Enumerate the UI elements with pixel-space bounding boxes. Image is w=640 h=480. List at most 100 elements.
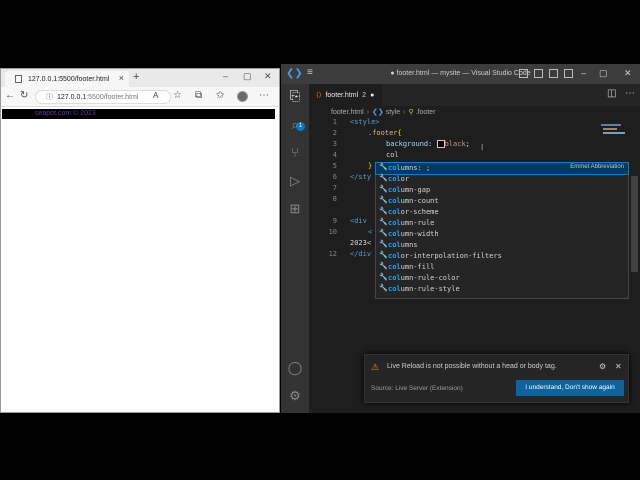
suggestion-item[interactable]: 🔧 column-rule (376, 218, 628, 229)
notification-toast: ⚠ Live Reload is not possible without a … (364, 354, 629, 403)
account-icon[interactable]: ◯ (281, 360, 309, 376)
suggestion-item[interactable]: 🔧 column-gap (376, 185, 628, 196)
maximize-icon[interactable]: ▢ (243, 71, 252, 82)
problems-count: 2 (362, 91, 367, 99)
suggestion-item[interactable]: 🔧 color-scheme (376, 207, 628, 218)
style-icon: ❮❯ (372, 109, 384, 116)
css-property: background (386, 140, 429, 148)
avatar[interactable] (237, 91, 248, 102)
refresh-icon[interactable]: ↻ (20, 90, 28, 101)
read-aloud-icon[interactable]: A (153, 91, 158, 100)
more-icon[interactable]: ⋯ (259, 90, 269, 101)
css-selector: .footer (368, 129, 398, 137)
vscode-window: ❮❯ ≡ ● footer.html — mysite — Visual Stu… (281, 64, 640, 413)
line-number: 8 (332, 195, 337, 203)
code-line-1[interactable]: <style> (350, 118, 380, 126)
dont-show-again-button[interactable]: I understand, Don't show again (516, 380, 624, 396)
customize-layout-icon[interactable] (564, 69, 573, 78)
breadcrumb-style[interactable]: style (386, 109, 400, 116)
split-editor-icon[interactable]: ◫ (607, 88, 616, 99)
close-notification-icon[interactable]: ✕ (615, 362, 622, 371)
line-number: 9 (332, 217, 337, 225)
tab-footer-html[interactable]: ⟨⟩ footer.html 2 ● (309, 84, 382, 106)
maximize-icon[interactable]: ▢ (599, 68, 608, 79)
notification-source: Source: Live Server (Extension) (371, 385, 463, 392)
wrench-icon: 🔧 (379, 240, 388, 248)
code-line-6[interactable]: </sty (350, 173, 371, 181)
extensions-icon[interactable]: ⊞ (281, 201, 309, 217)
close-tab-icon[interactable]: × (119, 73, 124, 83)
minimize-icon[interactable]: – (223, 71, 228, 81)
browser-titlebar: 127.0.0.1:5500/footer.html × + – ▢ ✕ (1, 69, 279, 87)
page-footer: seapot.com © 2023 (2, 109, 275, 119)
minimize-icon[interactable]: – (581, 68, 586, 78)
code-line-2[interactable]: .footer{ (368, 129, 402, 137)
collections-icon[interactable]: ⧉ (195, 90, 202, 101)
new-tab-icon[interactable]: + (133, 71, 139, 83)
suggestion-item[interactable]: 🔧 color-interpolation-filters (376, 251, 628, 262)
browser-tab[interactable]: 127.0.0.1:5500/footer.html × (5, 71, 129, 87)
code-line-4[interactable]: col (386, 151, 399, 159)
suggestion-item[interactable]: 🔧 color (376, 174, 628, 185)
window-title: ● footer.html — mysite — Visual Studio C… (390, 70, 531, 77)
run-debug-icon[interactable]: ▷ (281, 173, 309, 189)
suggestion-item[interactable]: 🔧 column-width (376, 229, 628, 240)
wrench-icon: 🔧 (379, 185, 388, 193)
favorites-icon[interactable]: ✩ (216, 90, 224, 101)
suggestion-item[interactable]: 🔧 column-rule-color (376, 273, 628, 284)
settings-gear-icon[interactable]: ⚙ (281, 388, 309, 404)
breadcrumb-selector[interactable]: .footer (416, 109, 436, 116)
line-number: 4 (332, 151, 337, 159)
breadcrumb-file[interactable]: footer.html (331, 109, 364, 116)
wrench-icon: 🔧 (379, 196, 388, 204)
wrench-icon: 🔧 (379, 229, 388, 237)
source-control-icon[interactable]: ⑂ (281, 145, 309, 160)
unsaved-dot-icon[interactable]: ● (370, 92, 374, 99)
search-icon[interactable]: ⌕ (281, 117, 309, 133)
wrench-icon: 🔧 (379, 218, 388, 226)
vertical-scrollbar[interactable] (631, 176, 638, 272)
notification-settings-icon[interactable]: ⚙ (599, 362, 606, 371)
code-line-5[interactable]: } (368, 162, 372, 170)
css-value: black (444, 140, 466, 148)
more-actions-icon[interactable]: ⋯ (625, 88, 635, 99)
favorite-icon[interactable]: ☆ (173, 90, 182, 101)
browser-window: 127.0.0.1:5500/footer.html × + – ▢ ✕ ← ↻… (0, 68, 280, 413)
explorer-icon[interactable]: ⎘ (281, 88, 309, 104)
footer-text: seapot.com © 2023 (35, 110, 96, 117)
line-number: 7 (332, 184, 337, 192)
layout-secondary-icon[interactable] (549, 69, 558, 78)
wrench-icon: 🔧 (379, 273, 388, 281)
code-line-11[interactable]: 2023< (350, 239, 371, 247)
layout-panel-icon[interactable] (534, 69, 543, 78)
code-line-3[interactable]: background: black; (386, 140, 470, 148)
open-brace: { (397, 129, 402, 137)
back-icon[interactable]: ← (5, 90, 15, 101)
code-line-12[interactable]: </div (350, 250, 371, 258)
suggestion-item[interactable]: 🔧 columns: ; Emmet Abbreviation (375, 162, 629, 175)
code-line-9[interactable]: <div (350, 217, 367, 225)
text-cursor-icon: I (481, 143, 484, 152)
close-window-icon[interactable]: ✕ (624, 68, 632, 79)
editor-tabs: ⟨⟩ footer.html 2 ● ◫ ⋯ (309, 84, 640, 106)
suggestion-item[interactable]: 🔧 columns (376, 240, 628, 251)
info-icon[interactable]: ⓘ (46, 92, 53, 102)
wrench-icon: 🔧 (379, 174, 388, 182)
address-bar[interactable]: ⓘ 127.0.0.1:5500/footer.html (35, 90, 171, 104)
code-line-10[interactable]: < (368, 228, 372, 236)
line-number: 1 (332, 118, 337, 126)
line-number: 6 (332, 173, 337, 181)
line-number: 5 (332, 162, 337, 170)
suggestion-item[interactable]: 🔧 column-fill (376, 262, 628, 273)
vscode-titlebar: ❮❯ ≡ ● footer.html — mysite — Visual Stu… (281, 64, 640, 84)
activity-bar: ⎘ 1 ⌕ ⑂ ▷ ⊞ ◯ ⚙ (281, 84, 309, 413)
line-number: 12 (328, 250, 337, 258)
warning-icon: ⚠ (371, 362, 380, 372)
browser-tab-title: 127.0.0.1:5500/footer.html (28, 75, 110, 83)
suggestion-item[interactable]: 🔧 column-count (376, 196, 628, 207)
suggestion-item[interactable]: 🔧 column-rule-style (376, 284, 628, 295)
line-number: 10 (328, 228, 337, 236)
color-swatch-icon[interactable] (436, 140, 445, 148)
close-window-icon[interactable]: ✕ (264, 71, 272, 82)
layout-sidebar-icon[interactable] (519, 69, 528, 78)
